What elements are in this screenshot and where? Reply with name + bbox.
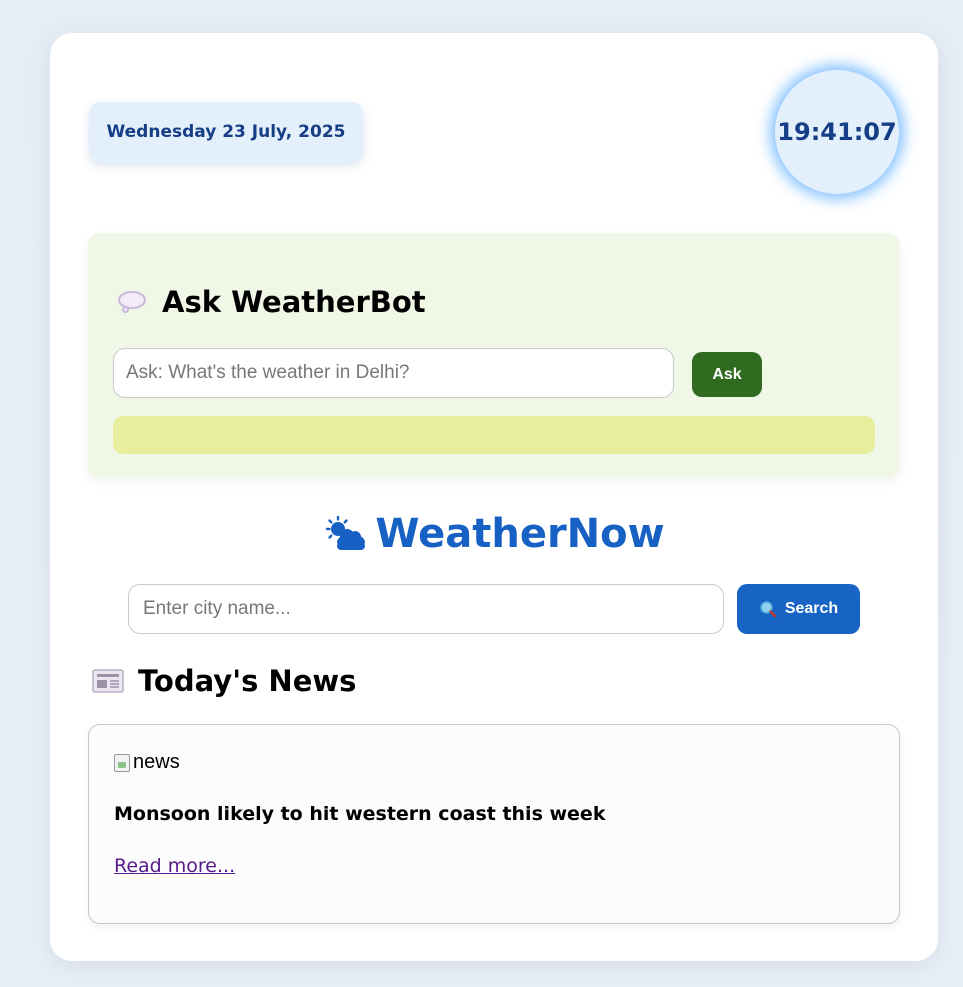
news-headline: Monsoon likely to hit western coast this… [114, 803, 606, 825]
brand-name: WeatherNow [375, 511, 665, 557]
search-button[interactable]: Search [737, 584, 860, 634]
weatherbot-question-input[interactable] [113, 348, 674, 398]
news-image: news [114, 751, 180, 774]
news-card: news Monsoon likely to hit western coast… [88, 724, 900, 924]
news-heading: Today's News [138, 664, 357, 698]
magnifier-icon [760, 601, 777, 618]
speech-bubble-icon [116, 288, 148, 316]
date-display: Wednesday 23 July, 2025 [89, 102, 363, 162]
newspaper-icon [92, 669, 124, 693]
news-image-alt: news [133, 751, 180, 773]
weatherbot-panel: Ask WeatherBot Ask [88, 233, 900, 478]
city-search-input[interactable] [128, 584, 724, 634]
clock-display: 19:41:07 [775, 70, 899, 194]
broken-image-icon [114, 753, 130, 772]
ask-button[interactable]: Ask [692, 352, 762, 397]
brand-header: WeatherNow [50, 511, 938, 557]
weatherbot-response [113, 416, 875, 454]
main-card: Wednesday 23 July, 2025 19:41:07 Ask Wea… [50, 33, 938, 961]
sun-behind-cloud-icon [326, 516, 366, 550]
search-button-label: Search [784, 600, 839, 617]
read-more-link[interactable]: Read more... [114, 855, 235, 877]
news-section-header: Today's News [92, 664, 356, 698]
weatherbot-title-text: Ask WeatherBot [162, 285, 426, 319]
weatherbot-title: Ask WeatherBot [116, 285, 426, 319]
